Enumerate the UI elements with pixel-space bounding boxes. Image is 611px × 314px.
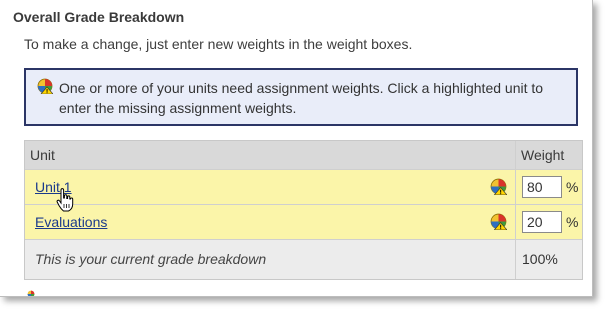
column-header-weight-label: Weight xyxy=(521,147,565,163)
weight-cell: % xyxy=(516,170,582,204)
footer-label: This is your current grade breakdown xyxy=(35,251,267,267)
percent-sign: % xyxy=(566,179,579,195)
grade-table: Unit Weight Unit 1 % xyxy=(24,140,583,280)
pie-chart-warning-icon xyxy=(490,213,507,230)
table-row: Unit 1 % xyxy=(25,170,582,205)
unit-cell: Unit 1 xyxy=(25,170,516,204)
footer-total-cell: 100% xyxy=(516,240,582,279)
percent-sign: % xyxy=(566,214,579,230)
unit-cell: Evaluations xyxy=(25,205,516,239)
weight-input-evaluations[interactable] xyxy=(522,211,562,233)
footer-label-cell: This is your current grade breakdown xyxy=(25,240,516,279)
unit-link-evaluations[interactable]: Evaluations xyxy=(35,214,107,230)
column-header-unit: Unit xyxy=(25,141,516,169)
pie-chart-icon xyxy=(27,290,35,296)
pie-chart-warning-icon xyxy=(490,178,507,195)
instructions-text: To make a change, just enter new weights… xyxy=(24,36,413,52)
table-header-row: Unit Weight xyxy=(25,141,582,170)
column-header-unit-label: Unit xyxy=(30,147,55,163)
weight-cell: % xyxy=(516,205,582,239)
page-title: Overall Grade Breakdown xyxy=(13,9,185,25)
footer-total: 100% xyxy=(522,251,558,267)
column-header-weight: Weight xyxy=(516,141,582,169)
table-row: Evaluations % xyxy=(25,205,582,240)
weight-input-unit-1[interactable] xyxy=(522,176,562,198)
grade-breakdown-panel: Overall Grade Breakdown To make a change… xyxy=(0,0,593,297)
hand-cursor-icon xyxy=(56,188,74,212)
table-footer-row: This is your current grade breakdown 100… xyxy=(25,240,582,279)
missing-weights-alert: One or more of your units need assignmen… xyxy=(24,68,578,126)
pie-chart-warning-icon xyxy=(37,78,53,94)
alert-message: One or more of your units need assignmen… xyxy=(59,80,544,116)
